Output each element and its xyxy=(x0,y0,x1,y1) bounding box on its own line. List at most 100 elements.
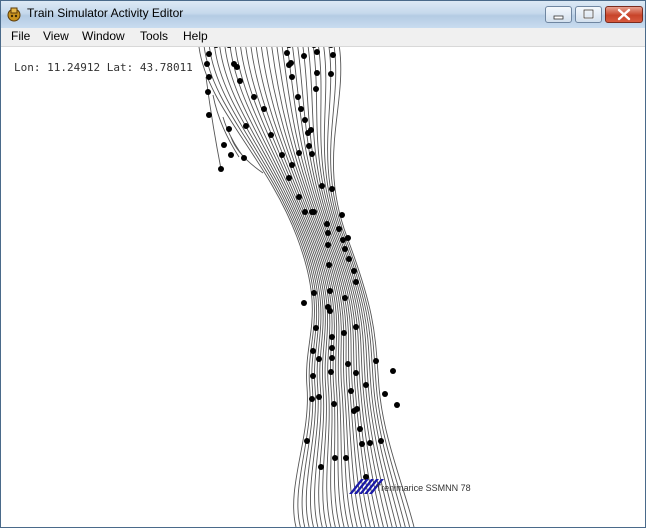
track-node[interactable] xyxy=(330,52,336,58)
track-node[interactable] xyxy=(353,279,359,285)
track-node[interactable] xyxy=(342,295,348,301)
track-node[interactable] xyxy=(234,64,240,70)
track-node[interactable] xyxy=(296,150,302,156)
track-node[interactable] xyxy=(373,358,379,364)
track-node[interactable] xyxy=(309,396,315,402)
track-node[interactable] xyxy=(226,47,232,48)
track-network[interactable] xyxy=(1,47,645,527)
track-node[interactable] xyxy=(367,440,373,446)
track-node[interactable] xyxy=(316,356,322,362)
maximize-button[interactable] xyxy=(575,6,602,23)
track-node[interactable] xyxy=(327,288,333,294)
track-node[interactable] xyxy=(286,175,292,181)
menu-tools[interactable]: Tools xyxy=(140,29,168,43)
track-node[interactable] xyxy=(382,391,388,397)
track-node[interactable] xyxy=(261,106,267,112)
track-node[interactable] xyxy=(336,226,342,232)
track-node[interactable] xyxy=(311,209,317,215)
track-node[interactable] xyxy=(316,394,322,400)
track-node[interactable] xyxy=(204,61,210,67)
menu-view[interactable]: View xyxy=(43,29,69,43)
track-node[interactable] xyxy=(288,60,294,66)
track-node[interactable] xyxy=(329,186,335,192)
track-node[interactable] xyxy=(341,330,347,336)
track-node[interactable] xyxy=(310,373,316,379)
track-node[interactable] xyxy=(305,130,311,136)
track-node[interactable] xyxy=(286,47,292,48)
track-node[interactable] xyxy=(296,194,302,200)
track-node[interactable] xyxy=(327,308,333,314)
track-node[interactable] xyxy=(306,143,312,149)
track-node[interactable] xyxy=(314,70,320,76)
close-button[interactable] xyxy=(605,6,643,23)
track-node[interactable] xyxy=(228,152,234,158)
track-node[interactable] xyxy=(313,86,319,92)
track-node[interactable] xyxy=(345,361,351,367)
track-node[interactable] xyxy=(251,94,257,100)
track-node[interactable] xyxy=(328,71,334,77)
track-node[interactable] xyxy=(206,74,212,80)
track-node[interactable] xyxy=(304,438,310,444)
map-canvas[interactable]: Lon: 11.24912 Lat: 43.78011 Trenimarice … xyxy=(1,47,645,527)
track-node[interactable] xyxy=(289,74,295,80)
track-node[interactable] xyxy=(357,426,363,432)
track-node[interactable] xyxy=(237,78,243,84)
track-node[interactable] xyxy=(313,325,319,331)
track-node[interactable] xyxy=(221,142,227,148)
track-node[interactable] xyxy=(302,209,308,215)
track-node[interactable] xyxy=(378,438,384,444)
track-node[interactable] xyxy=(226,126,232,132)
track-node[interactable] xyxy=(302,117,308,123)
track-node[interactable] xyxy=(328,369,334,375)
track-node[interactable] xyxy=(363,382,369,388)
track-node[interactable] xyxy=(213,47,219,48)
track-node[interactable] xyxy=(295,94,301,100)
track-node[interactable] xyxy=(390,368,396,374)
menu-file[interactable]: File xyxy=(11,29,30,43)
track-node[interactable] xyxy=(298,106,304,112)
track-node[interactable] xyxy=(301,53,307,59)
menu-help[interactable]: Help xyxy=(183,29,208,43)
track-node[interactable] xyxy=(348,388,354,394)
track-node[interactable] xyxy=(309,151,315,157)
track-node[interactable] xyxy=(332,455,338,461)
track-node[interactable] xyxy=(359,441,365,447)
track-node[interactable] xyxy=(206,51,212,57)
title-bar[interactable]: Train Simulator Activity Editor xyxy=(1,1,645,29)
track-node[interactable] xyxy=(318,464,324,470)
track-node[interactable] xyxy=(284,50,290,56)
track-node[interactable] xyxy=(325,230,331,236)
track-node[interactable] xyxy=(345,235,351,241)
minimize-button[interactable] xyxy=(545,6,572,23)
track-node[interactable] xyxy=(351,408,357,414)
track-node[interactable] xyxy=(329,355,335,361)
track-node[interactable] xyxy=(351,268,357,274)
track-node[interactable] xyxy=(310,348,316,354)
track-node[interactable] xyxy=(243,123,249,129)
track-node[interactable] xyxy=(394,402,400,408)
track-node[interactable] xyxy=(353,370,359,376)
track-node[interactable] xyxy=(331,401,337,407)
track-node[interactable] xyxy=(241,155,247,161)
track-node[interactable] xyxy=(329,345,335,351)
track-node[interactable] xyxy=(329,334,335,340)
track-node[interactable] xyxy=(343,455,349,461)
track-node[interactable] xyxy=(279,152,285,158)
track-node[interactable] xyxy=(311,47,317,48)
track-node[interactable] xyxy=(326,262,332,268)
track-node[interactable] xyxy=(289,162,295,168)
track-node[interactable] xyxy=(339,212,345,218)
track-node[interactable] xyxy=(325,242,331,248)
track-node[interactable] xyxy=(311,290,317,296)
track-node[interactable] xyxy=(324,221,330,227)
track-node[interactable] xyxy=(353,324,359,330)
track-node[interactable] xyxy=(206,112,212,118)
track-node[interactable] xyxy=(205,89,211,95)
track-node[interactable] xyxy=(342,246,348,252)
track-node[interactable] xyxy=(314,49,320,55)
track-node[interactable] xyxy=(301,300,307,306)
track-node[interactable] xyxy=(319,183,325,189)
track-node[interactable] xyxy=(346,256,352,262)
track-node[interactable] xyxy=(268,132,274,138)
menu-window[interactable]: Window xyxy=(82,29,125,43)
